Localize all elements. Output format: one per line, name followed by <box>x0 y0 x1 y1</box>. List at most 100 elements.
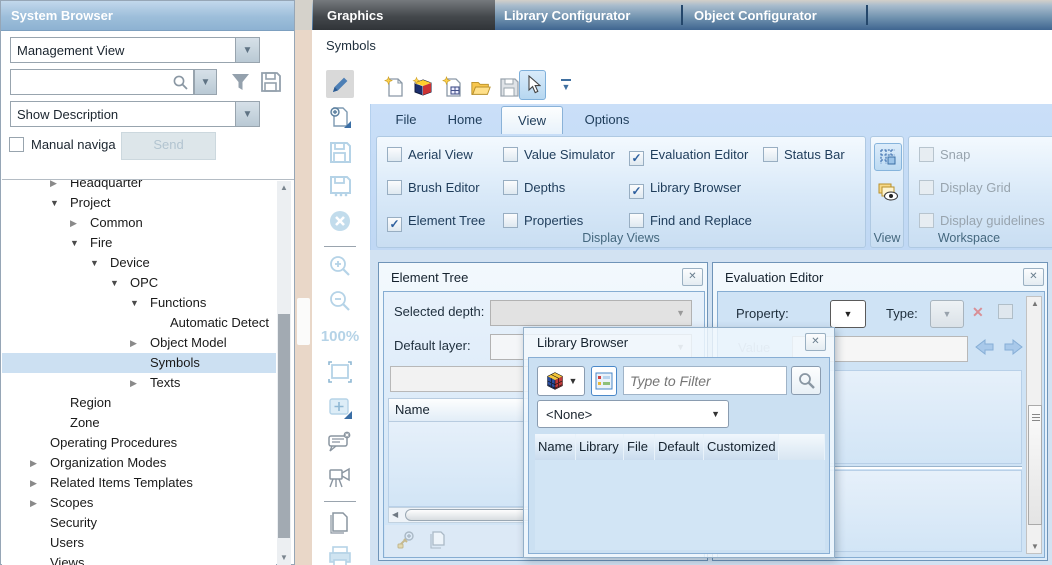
selected-depth-dropdown[interactable]: ▼ <box>490 300 692 326</box>
scrollbar-thumb[interactable] <box>1028 405 1042 525</box>
zoom-out-button[interactable] <box>326 287 354 315</box>
save-document-button[interactable] <box>498 76 520 98</box>
scroll-left-icon[interactable]: ◀ <box>392 508 398 522</box>
tree-item[interactable]: Users <box>2 533 276 553</box>
checkbox-box[interactable]: ✓ <box>387 217 402 232</box>
expand-arrow-icon[interactable]: ▶ <box>70 213 90 233</box>
view-mode-button[interactable] <box>591 366 617 396</box>
manual-navigation-checkbox[interactable] <box>9 137 24 152</box>
checkbox-find-and-replace[interactable]: Find and Replace <box>629 213 752 229</box>
print-button[interactable] <box>326 543 354 565</box>
new-document-button[interactable] <box>383 76 405 98</box>
scrollbar-thumb[interactable] <box>278 314 290 538</box>
tab-object-configurator[interactable]: Object Configurator <box>694 0 817 30</box>
property-dropdown[interactable]: ▼ <box>830 300 866 328</box>
expand-arrow-icon[interactable]: ▶ <box>50 180 70 193</box>
checkbox-display-guidelines[interactable]: Display guidelines <box>919 213 1045 229</box>
close-drawing-button[interactable] <box>326 207 354 235</box>
close-icon[interactable]: ✕ <box>1023 268 1044 286</box>
tree-item[interactable]: ▼Device <box>2 253 276 273</box>
tree-item[interactable]: ▼Fire <box>2 233 276 253</box>
tree-item[interactable]: Views <box>2 553 276 565</box>
tree-scrollbar[interactable]: ▲ ▼ <box>277 181 291 565</box>
tree-item[interactable]: Zone <box>2 413 276 433</box>
checkbox-box[interactable] <box>919 213 934 228</box>
expand-arrow-icon[interactable]: ▶ <box>30 453 50 473</box>
save-as-button[interactable] <box>326 172 354 200</box>
checkbox-box[interactable] <box>763 147 778 162</box>
checkbox-box[interactable] <box>919 147 934 162</box>
edit-pen-button[interactable] <box>326 70 354 98</box>
camera-button[interactable] <box>326 462 354 490</box>
tree-item[interactable]: ▶Object Model <box>2 333 276 353</box>
ribbon-tab-file[interactable]: File <box>382 106 430 134</box>
checkbox-snap[interactable]: Snap <box>919 147 970 163</box>
tree-item[interactable]: Region <box>2 393 276 413</box>
new-object-button[interactable] <box>412 76 434 98</box>
expand-arrow-icon[interactable]: ▶ <box>30 473 50 493</box>
tree-item[interactable]: Automatic Detect <box>2 313 276 333</box>
checkbox-element-tree[interactable]: ✓Element Tree <box>387 213 485 229</box>
pane-splitter[interactable] <box>295 0 312 565</box>
collapse-arrow-icon[interactable]: ▼ <box>90 253 110 273</box>
search-input[interactable] <box>10 69 194 95</box>
collapse-arrow-icon[interactable]: ▼ <box>70 233 90 253</box>
checkbox-box[interactable]: ✓ <box>629 151 644 166</box>
checkbox-brush-editor[interactable]: Brush Editor <box>387 180 480 196</box>
tab-graphics[interactable]: Graphics <box>313 0 495 30</box>
show-layers-button[interactable] <box>874 178 902 206</box>
filter-icon[interactable] <box>229 71 252 93</box>
tree-item[interactable]: ▼Project <box>2 193 276 213</box>
scroll-up-icon[interactable]: ▲ <box>1027 299 1043 308</box>
expand-arrow-icon[interactable]: ▶ <box>130 333 150 353</box>
copy-icon[interactable] <box>427 530 447 550</box>
open-button[interactable] <box>470 76 492 98</box>
add-reference-icon[interactable] <box>395 530 415 550</box>
column-header-name[interactable]: Name <box>535 434 576 460</box>
splitter-handle[interactable] <box>297 298 310 345</box>
chevron-down-icon[interactable]: ▼ <box>235 38 259 62</box>
checkbox-box[interactable] <box>387 180 402 195</box>
checkbox-box[interactable] <box>503 180 518 195</box>
send-button[interactable]: Send <box>121 132 216 160</box>
collapse-arrow-icon[interactable]: ▼ <box>130 293 150 313</box>
search-button[interactable] <box>791 366 821 395</box>
chevron-down-icon[interactable]: ▼ <box>235 102 259 126</box>
ribbon-tab-home[interactable]: Home <box>436 106 494 134</box>
checkbox-display-grid[interactable]: Display Grid <box>919 180 1011 196</box>
zoom-in-button[interactable] <box>326 252 354 280</box>
view-selector-dropdown[interactable]: Management View ▼ <box>10 37 260 63</box>
checkbox-box[interactable] <box>629 213 644 228</box>
checkbox-box[interactable] <box>503 213 518 228</box>
remove-comment-button[interactable] <box>326 428 354 456</box>
checkbox-box[interactable] <box>919 180 934 195</box>
pages-button[interactable] <box>326 508 354 536</box>
library-source-dropdown[interactable]: ▼ <box>537 366 585 396</box>
select-tool-button[interactable] <box>519 70 546 100</box>
fit-view-button[interactable] <box>326 358 354 386</box>
column-header-default[interactable]: Default <box>655 434 704 460</box>
type-dropdown[interactable]: ▼ <box>930 300 964 328</box>
center-view-button[interactable] <box>326 393 354 421</box>
tree-item-selected[interactable]: Symbols <box>2 353 276 373</box>
tree-item[interactable]: ▼Functions <box>2 293 276 313</box>
checkbox-aerial-view[interactable]: Aerial View <box>387 147 473 163</box>
library-table-body[interactable] <box>535 460 825 550</box>
close-icon[interactable]: ✕ <box>805 333 826 351</box>
scroll-down-icon[interactable]: ▼ <box>1027 542 1043 551</box>
checkbox-properties[interactable]: Properties <box>503 213 583 229</box>
column-header-customized[interactable]: Customized <box>704 434 779 460</box>
checkbox-depths[interactable]: Depths <box>503 180 565 196</box>
delete-icon[interactable]: ✕ <box>972 304 984 321</box>
search-history-dropdown-button[interactable]: ▼ <box>194 69 217 95</box>
checkbox-value-simulator[interactable]: Value Simulator <box>503 147 615 163</box>
save-button[interactable] <box>326 138 354 166</box>
collapse-arrow-icon[interactable]: ▼ <box>110 273 130 293</box>
description-selector-dropdown[interactable]: Show Description ▼ <box>10 101 260 127</box>
close-icon[interactable]: ✕ <box>682 268 703 286</box>
column-header-file[interactable]: File <box>624 434 655 460</box>
filter-input[interactable] <box>623 366 787 395</box>
add-page-button[interactable] <box>326 103 354 131</box>
tree-item[interactable]: ▶Headquarter <box>2 180 276 193</box>
tree-item[interactable]: Security <box>2 513 276 533</box>
